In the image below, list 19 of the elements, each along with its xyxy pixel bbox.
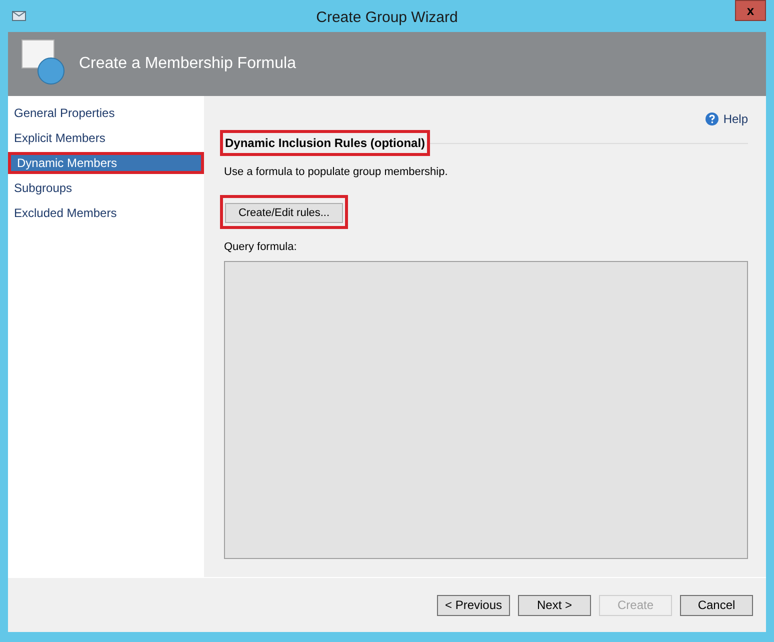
wizard-step[interactable]: General Properties [8, 102, 204, 124]
wizard-step[interactable]: Explicit Members [8, 127, 204, 149]
create-edit-rules-button[interactable]: Create/Edit rules... [225, 202, 343, 223]
window-title: Create Group Wizard [316, 8, 458, 28]
help-link[interactable]: Help [723, 110, 748, 128]
wizard-button[interactable]: Next > [518, 594, 591, 616]
section-title: Dynamic Inclusion Rules (optional) [220, 130, 430, 156]
wizard-step[interactable]: Dynamic Members [8, 152, 204, 174]
query-label: Query formula: [224, 240, 298, 254]
description-text: Use a formula to populate group membership. [224, 165, 449, 180]
envelope-icon [12, 11, 26, 21]
page-title: Create a Membership Formula [79, 54, 296, 74]
wizard-step[interactable]: Excluded Members [8, 202, 204, 224]
query-formula-box[interactable] [224, 261, 748, 559]
wizard-button[interactable]: Cancel [680, 594, 753, 616]
wizard-step[interactable]: Subgroups [8, 177, 204, 199]
help-icon [705, 112, 720, 126]
close-button[interactable]: x [735, 0, 766, 21]
wizard-button[interactable]: < Previous [437, 594, 510, 616]
